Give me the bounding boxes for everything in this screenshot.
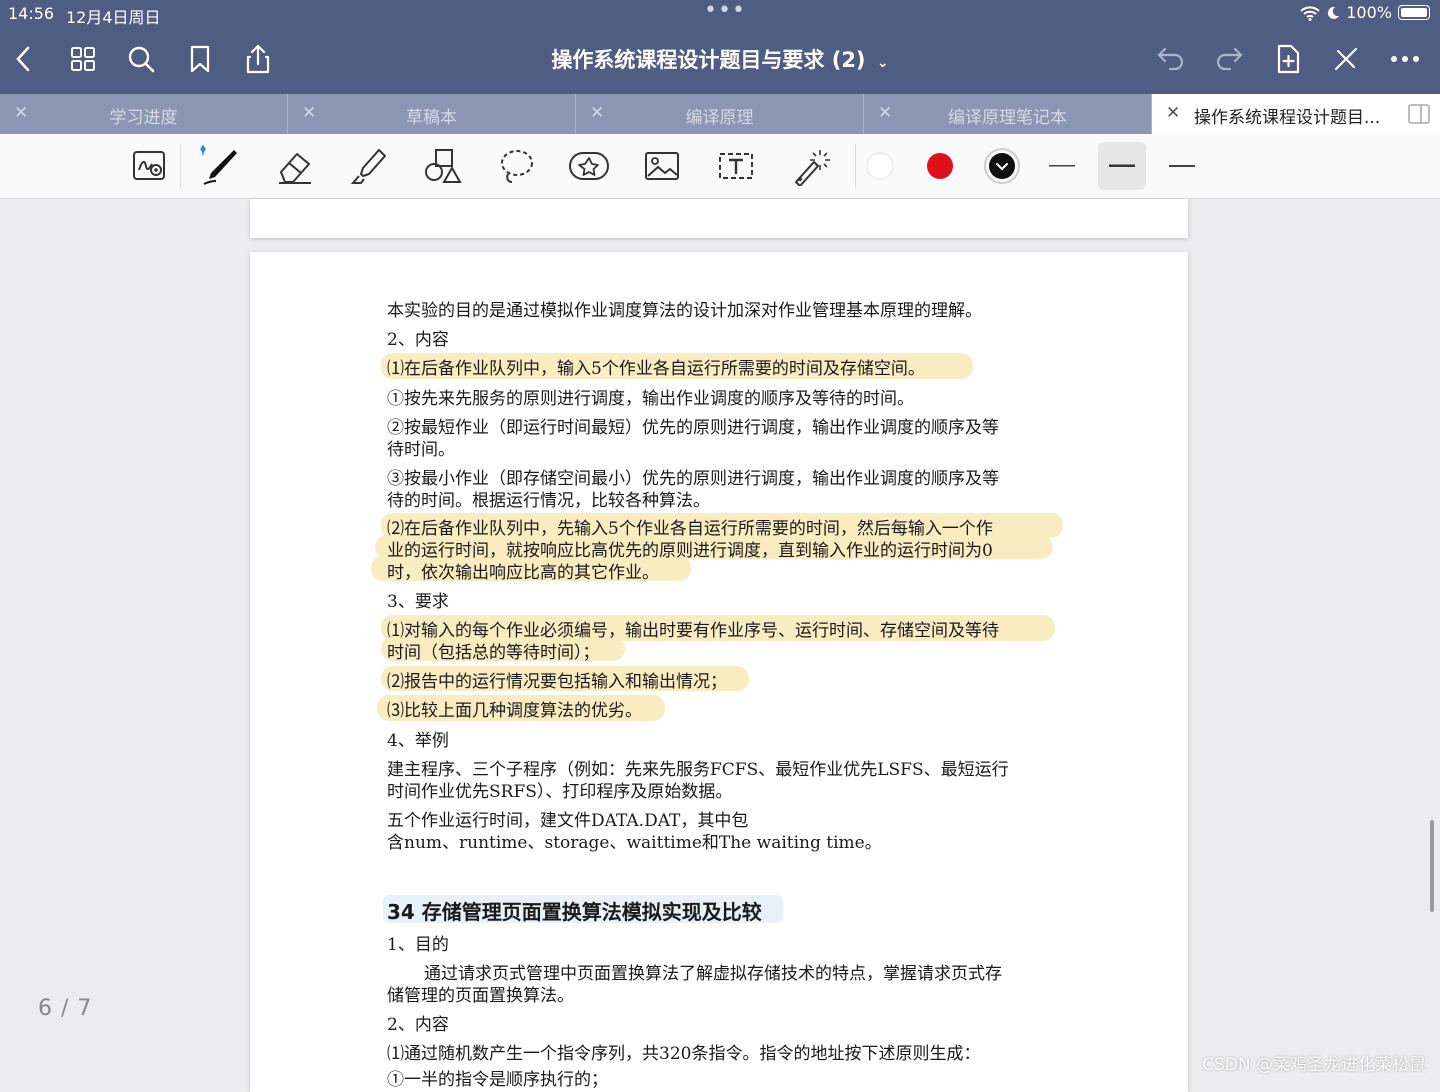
eraser-icon[interactable] bbox=[273, 144, 317, 188]
paragraph-line: ⑴通过随机数产生一个指令序列，共320条指令。指令的地址按下述原则生成： bbox=[387, 1044, 981, 1064]
redo-icon[interactable] bbox=[1212, 42, 1246, 76]
tab-label: 编译原理 bbox=[685, 108, 754, 128]
chapter-heading: 34 存储管理页面置换算法模拟实现及比较 bbox=[387, 900, 762, 924]
tab-label: 操作系统课程设计题目... bbox=[1194, 108, 1381, 128]
zoom-window-icon[interactable] bbox=[128, 144, 172, 188]
more-icon[interactable] bbox=[1388, 42, 1422, 76]
tab-item-active[interactable]: ✕ 操作系统课程设计题目... bbox=[1152, 94, 1440, 134]
status-bar: 14:56 12月4日周日 ••• 100% bbox=[0, 0, 1440, 28]
previous-page bbox=[250, 199, 1188, 238]
page-indicator: 6 / 7 bbox=[38, 996, 93, 1021]
laser-pointer-icon[interactable] bbox=[788, 144, 832, 188]
text-box-icon[interactable] bbox=[714, 144, 758, 188]
battery-icon bbox=[1398, 5, 1430, 20]
divider bbox=[180, 144, 181, 188]
chevron-down-icon: ⌄ bbox=[876, 55, 889, 71]
moon-icon bbox=[1328, 6, 1340, 19]
stroke-thin[interactable] bbox=[1040, 144, 1084, 188]
paragraph-line: 含num、runtime、storage、waittime和The waitin… bbox=[387, 833, 882, 853]
pen-off-icon[interactable] bbox=[1329, 42, 1363, 76]
split-view-icon[interactable] bbox=[1408, 104, 1430, 124]
status-date: 12月4日周日 bbox=[66, 8, 161, 27]
paragraph-line: ①一半的指令是顺序执行的； bbox=[387, 1070, 608, 1090]
image-icon[interactable] bbox=[640, 144, 684, 188]
status-right: 100% bbox=[1300, 3, 1430, 22]
color-black-selected[interactable] bbox=[980, 144, 1024, 188]
tab-item[interactable]: ✕ 编译原理 bbox=[576, 94, 864, 134]
tab-label: 草稿本 bbox=[406, 108, 457, 128]
paragraph-line: 本实验的目的是通过模拟作业调度算法的设计加深对作业管理基本原理的理解。 bbox=[387, 301, 982, 321]
scrollbar[interactable] bbox=[1430, 820, 1434, 912]
undo-icon[interactable] bbox=[1154, 42, 1188, 76]
highlighter-icon[interactable] bbox=[347, 144, 391, 188]
paragraph-line: 时间（包括总的等待时间）； bbox=[387, 643, 600, 663]
tab-item[interactable]: ✕ 学习进度 bbox=[0, 94, 288, 134]
battery-percent: 100% bbox=[1346, 3, 1392, 22]
close-icon[interactable]: ✕ bbox=[1166, 103, 1180, 123]
shapes-icon[interactable] bbox=[420, 144, 464, 188]
section-heading: 1、目的 bbox=[387, 935, 449, 955]
stroke-thick[interactable] bbox=[1160, 144, 1204, 188]
pen-icon[interactable] bbox=[198, 144, 242, 188]
tab-label: 学习进度 bbox=[109, 108, 178, 128]
section-heading: 2、内容 bbox=[387, 1015, 449, 1035]
paragraph-line: 待时间。 bbox=[387, 440, 455, 460]
paragraph-line: ⑶比较上面几种调度算法的优劣。 bbox=[387, 701, 642, 721]
status-time: 14:56 bbox=[8, 4, 55, 23]
section-heading: 2、内容 bbox=[387, 330, 449, 350]
stroke-medium-selected[interactable] bbox=[1098, 142, 1146, 190]
paragraph-line: ①按先来先服务的原则进行调度，输出作业调度的顺序及等待的时间。 bbox=[387, 389, 914, 409]
document-title-text: 操作系统课程设计题目与要求 (2) bbox=[551, 48, 866, 72]
paragraph-line: 时，依次输出响应比高的其它作业。 bbox=[387, 563, 659, 583]
tab-item[interactable]: ✕ 草稿本 bbox=[288, 94, 576, 134]
add-page-icon[interactable] bbox=[1271, 42, 1305, 76]
tab-bar: ✕ 学习进度 ✕ 草稿本 ✕ 编译原理 ✕ 编译原理笔记本 ✕ 操作系统课程设计… bbox=[0, 94, 1440, 134]
top-toolbar: 操作系统课程设计题目与要求 (2) ⌄ bbox=[0, 28, 1440, 94]
paragraph-line: 待的时间。根据运行情况，比较各种算法。 bbox=[387, 491, 710, 511]
tab-item[interactable]: ✕ 编译原理笔记本 bbox=[864, 94, 1152, 134]
color-white[interactable] bbox=[858, 144, 902, 188]
multitasking-dots-icon[interactable]: ••• bbox=[704, 0, 746, 23]
annotation-toolbar bbox=[0, 134, 1440, 199]
paragraph-line: ⑵报告中的运行情况要包括输入和输出情况； bbox=[387, 672, 727, 692]
sticker-icon[interactable] bbox=[567, 144, 611, 188]
watermark: CSDN @菜鸡圣龙进化菜松鼠 bbox=[1202, 1055, 1426, 1075]
paragraph-line: ②按最短作业（即运行时间最短）优先的原则进行调度，输出作业调度的顺序及等 bbox=[387, 418, 999, 438]
paragraph-line: 储管理的页面置换算法。 bbox=[387, 986, 574, 1006]
section-heading: 4、举例 bbox=[387, 731, 449, 751]
wifi-icon bbox=[1300, 5, 1320, 21]
color-red[interactable] bbox=[918, 144, 962, 188]
paragraph-line: 时间作业优先SRFS）、打印程序及原始数据。 bbox=[387, 782, 733, 802]
divider bbox=[855, 144, 856, 188]
tab-label: 编译原理笔记本 bbox=[948, 108, 1067, 128]
lasso-icon[interactable] bbox=[494, 144, 538, 188]
paragraph-line: ⑴在后备作业队列中，输入5个作业各自运行所需要的时间及存储空间。 bbox=[387, 359, 925, 379]
section-heading: 3、要求 bbox=[387, 592, 449, 612]
